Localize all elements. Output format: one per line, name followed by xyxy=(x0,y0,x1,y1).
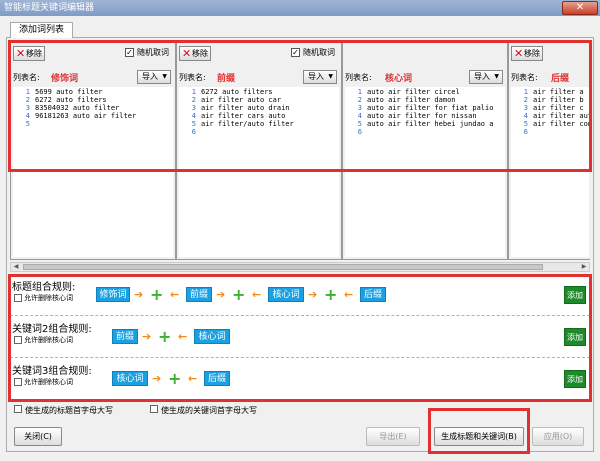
list-name[interactable]: 修饰词 xyxy=(51,71,78,84)
rule-token[interactable]: 前缀 xyxy=(186,287,212,302)
list-name[interactable]: 前缀 xyxy=(217,71,235,84)
list-name-label: 列表名: xyxy=(13,73,40,82)
plus-icon: + xyxy=(324,285,338,304)
remove-list-button[interactable]: ✕ 移除 xyxy=(511,46,543,61)
word-list-panel: 列表名: 核心词 导入 ▼ 123456 auto air filter circ… xyxy=(342,42,508,260)
chevron-down-icon: ▼ xyxy=(494,73,499,80)
remove-list-button[interactable]: ✕ 移除 xyxy=(179,46,211,61)
list-name-label: 列表名: xyxy=(179,73,206,82)
word-lines: 5699 auto filter 6272 auto filters 8350403… xyxy=(35,88,137,120)
arrow-right-icon: ➔ xyxy=(216,288,226,301)
list-name-label: 列表名: xyxy=(345,73,372,82)
allow-delete-core-label: 允许删除核心词 xyxy=(24,336,73,344)
title-rule-section: 标题组合规则: 允许删除核心词 修饰词 ➔ + ← 前缀 ➔ + ← 核心词 ➔… xyxy=(10,276,590,316)
random-pick-label: 随机取词 xyxy=(137,48,169,57)
plus-icon: + xyxy=(158,327,172,346)
arrow-right-icon: ➔ xyxy=(142,330,152,343)
word-list-panel: ✕ 移除 ✓ 随机取词 列表名: 前缀 导入 ▼ 123456 6272 auto … xyxy=(176,42,342,260)
arrow-left-icon: ← xyxy=(188,372,198,385)
plus-icon: + xyxy=(150,285,164,304)
window-close-button[interactable]: ✕ xyxy=(562,1,598,15)
line-numbers: 12345 xyxy=(25,88,30,128)
remove-list-button[interactable]: ✕ 移除 xyxy=(13,46,45,61)
rule-token[interactable]: 前缀 xyxy=(112,329,138,344)
allow-delete-core-label: 允许删除核心词 xyxy=(24,294,73,302)
rule-token[interactable]: 后缀 xyxy=(204,371,230,386)
add-rule-button[interactable]: 添加 xyxy=(564,286,586,304)
delete-icon: ✕ xyxy=(182,47,192,60)
random-pick-label: 随机取词 xyxy=(303,48,335,57)
line-numbers: 123456 xyxy=(357,88,362,136)
word-lines: air filter a air filter b air filter c air … xyxy=(533,88,589,128)
window-title: 智能标题关键词编辑器 xyxy=(4,3,95,13)
scroll-right-icon[interactable]: ▶ xyxy=(579,263,589,271)
scroll-left-icon[interactable]: ◀ xyxy=(11,263,21,271)
word-list-editor[interactable]: 123456 6272 auto filters air filter auto … xyxy=(179,87,339,257)
word-list-area: ✕ 移除 ✓ 随机取词 列表名: 修饰词 导入 ▼ 12345 5699 auto … xyxy=(10,42,590,260)
plus-icon: + xyxy=(232,285,246,304)
generate-button[interactable]: 生成标题和关键词(B) xyxy=(434,427,524,446)
allow-delete-core-checkbox[interactable] xyxy=(14,336,22,344)
delete-icon: ✕ xyxy=(16,47,26,60)
arrow-left-icon: ← xyxy=(344,288,354,301)
window-title-bar: 智能标题关键词编辑器 ✕ xyxy=(0,0,600,16)
random-pick-checkbox[interactable]: ✓ xyxy=(125,48,134,57)
list-name[interactable]: 核心词 xyxy=(385,71,412,84)
add-rule-button[interactable]: 添加 xyxy=(564,370,586,388)
rule-token[interactable]: 后缀 xyxy=(360,287,386,302)
arrow-left-icon: ← xyxy=(252,288,262,301)
close-button[interactable]: 关闭(C) xyxy=(14,427,62,446)
chevron-down-icon: ▼ xyxy=(162,73,167,80)
rule-token[interactable]: 修饰词 xyxy=(96,287,130,302)
tab-add-word-list[interactable]: 添加词列表 xyxy=(10,22,74,38)
delete-icon: ✕ xyxy=(514,47,524,60)
chevron-down-icon: ▼ xyxy=(328,73,333,80)
arrow-right-icon: ➔ xyxy=(134,288,144,301)
arrow-right-icon: ➔ xyxy=(152,372,162,385)
allow-delete-core-checkbox[interactable] xyxy=(14,378,22,386)
allow-delete-core-checkbox[interactable] xyxy=(14,294,22,302)
keyword-capitalize-label: 使生成的关键词首字母大写 xyxy=(161,406,257,415)
arrow-left-icon: ← xyxy=(170,288,180,301)
rule-title: 关键词2组合规则: xyxy=(12,324,92,335)
line-numbers: 123456 xyxy=(191,88,196,136)
rule-token[interactable]: 核心词 xyxy=(112,371,148,386)
plus-icon: + xyxy=(168,369,182,388)
arrow-right-icon: ➔ xyxy=(308,288,318,301)
rule-title: 关键词3组合规则: xyxy=(12,366,92,377)
divider xyxy=(10,315,590,316)
apply-button[interactable]: 应用(O) xyxy=(532,427,584,446)
title-capitalize-checkbox[interactable] xyxy=(14,405,22,413)
rule-token[interactable]: 核心词 xyxy=(268,287,304,302)
word-lines: 6272 auto filters air filter auto car air … xyxy=(201,88,294,128)
keyword2-rule-section: 关键词2组合规则: 允许删除核心词 前缀 ➔ + ← 核心词 添加 xyxy=(10,318,590,358)
scrollbar-thumb[interactable] xyxy=(23,264,543,270)
word-list-editor[interactable]: 123456 auto air filter circel auto air fi… xyxy=(345,87,505,257)
list-name-label: 列表名: xyxy=(511,73,538,82)
combination-rules: 标题组合规则: 允许删除核心词 修饰词 ➔ + ← 前缀 ➔ + ← 核心词 ➔… xyxy=(10,276,590,400)
add-rule-button[interactable]: 添加 xyxy=(564,328,586,346)
import-button[interactable]: 导入 ▼ xyxy=(137,70,171,84)
word-list-editor[interactable]: 12345 5699 auto filter 6272 auto filters 8… xyxy=(13,87,173,257)
keyword-capitalize-checkbox[interactable] xyxy=(150,405,158,413)
import-button[interactable]: 导入 ▼ xyxy=(469,70,503,84)
line-numbers: 123456 xyxy=(523,88,528,136)
export-button[interactable]: 导出(E) xyxy=(366,427,420,446)
rule-token[interactable]: 核心词 xyxy=(194,329,230,344)
word-list-panel: ✕ 移除 ✓ 随机取词 列表名: 修饰词 导入 ▼ 12345 5699 auto … xyxy=(10,42,176,260)
divider xyxy=(10,357,590,358)
list-name[interactable]: 后缀 xyxy=(551,71,569,84)
word-list-panel: ✕ 移除 列表名: 后缀 123456 air filter a air filte… xyxy=(508,42,590,260)
allow-delete-core-label: 允许删除核心词 xyxy=(24,378,73,386)
import-button[interactable]: 导入 ▼ xyxy=(303,70,337,84)
word-list-editor[interactable]: 123456 air filter a air filter b air filte… xyxy=(511,87,589,257)
random-pick-checkbox[interactable]: ✓ xyxy=(291,48,300,57)
keyword3-rule-section: 关键词3组合规则: 允许删除核心词 核心词 ➔ + ← 后缀 添加 xyxy=(10,360,590,400)
word-lines: auto air filter circel auto air filter da… xyxy=(367,88,494,128)
arrow-left-icon: ← xyxy=(178,330,188,343)
horizontal-scrollbar[interactable]: ◀ ▶ xyxy=(10,262,590,272)
rule-title: 标题组合规则: xyxy=(12,282,76,293)
title-capitalize-label: 使生成的标题首字母大写 xyxy=(25,406,113,415)
